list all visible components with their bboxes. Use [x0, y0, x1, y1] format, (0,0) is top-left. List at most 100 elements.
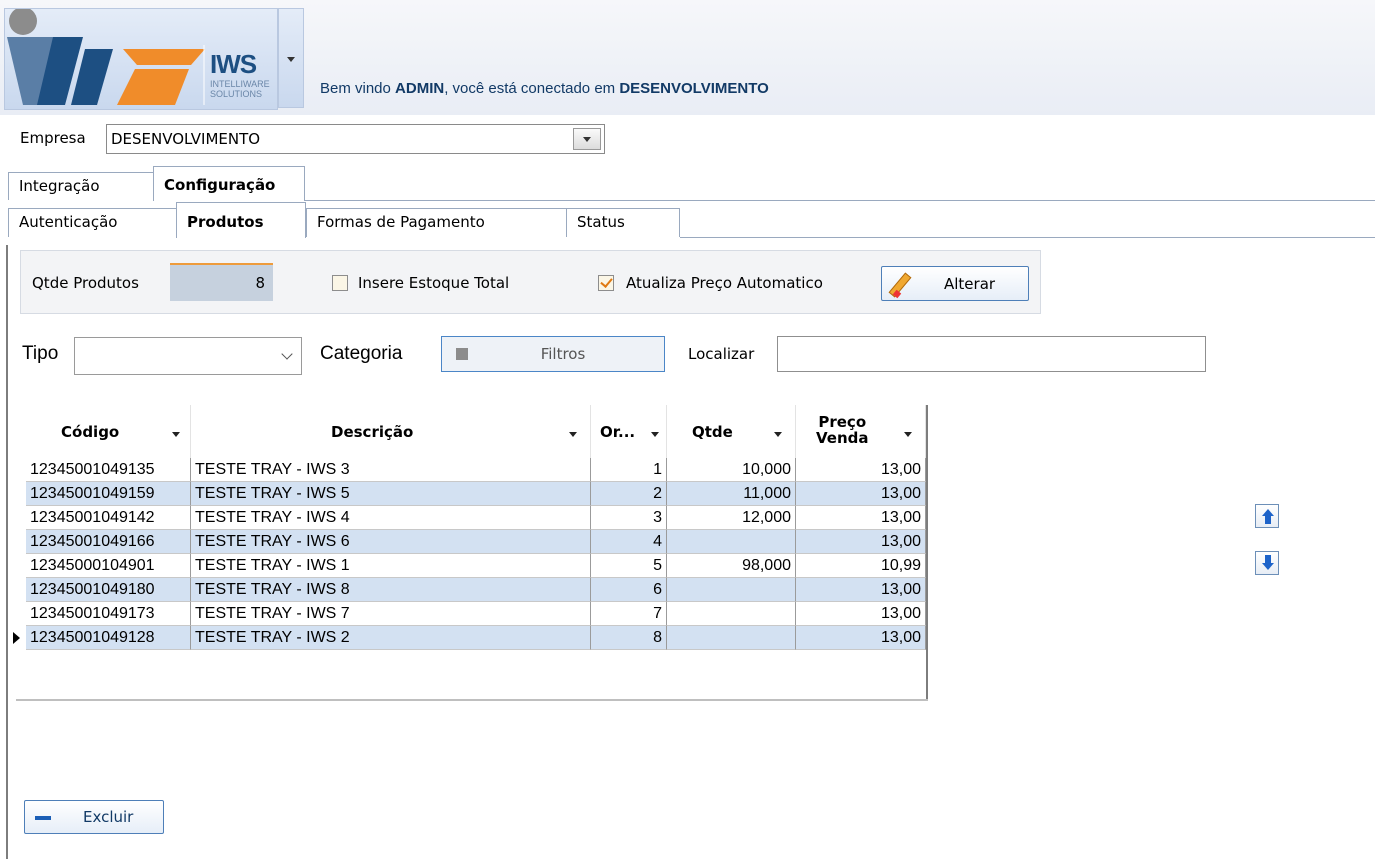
- tab-produtos[interactable]: Produtos: [176, 202, 306, 238]
- arrow-up-icon: [1262, 509, 1274, 516]
- cell-codigo: 12345001049173: [26, 602, 191, 626]
- header-bar: IWS INTELLIWARE SOLUTIONS Bem vindo ADMI…: [0, 0, 1375, 115]
- tipo-select[interactable]: [74, 337, 302, 375]
- grid-bottom-border: [16, 699, 928, 701]
- arrow-down-stem: [1265, 555, 1271, 563]
- cell-ordem: 3: [591, 506, 667, 530]
- arrow-up-stem: [1265, 516, 1271, 524]
- column-header-codigo[interactable]: Código: [26, 405, 191, 458]
- tab-status-label: Status: [577, 213, 625, 231]
- atualiza-preco-label: Atualiza Preço Automatico: [626, 274, 823, 292]
- cell-descricao: TESTE TRAY - IWS 5: [191, 482, 591, 506]
- cell-ordem: 6: [591, 578, 667, 602]
- cell-ordem: 7: [591, 602, 667, 626]
- cell-descricao: TESTE TRAY - IWS 4: [191, 506, 591, 530]
- cell-descricao: TESTE TRAY - IWS 6: [191, 530, 591, 554]
- tab-formas-pagamento-label: Formas de Pagamento: [317, 213, 485, 231]
- content-left-border: [6, 245, 8, 859]
- cell-codigo: 12345001049128: [26, 626, 191, 650]
- minus-icon: [35, 816, 51, 820]
- cell-qtde: 98,000: [667, 554, 796, 578]
- alterar-label: Alterar: [944, 275, 996, 293]
- cell-qtde: [667, 578, 796, 602]
- cell-ordem: 8: [591, 626, 667, 650]
- alterar-button[interactable]: Alterar: [881, 266, 1029, 301]
- excluir-label: Excluir: [83, 808, 134, 826]
- sort-arrow-icon: [651, 432, 659, 437]
- cell-preco: 13,00: [796, 578, 926, 602]
- cell-preco: 13,00: [796, 506, 926, 530]
- row-indicator: [10, 458, 26, 482]
- arrow-down-icon: [1262, 563, 1274, 570]
- logo-subtitle-line2: SOLUTIONS: [210, 89, 263, 99]
- table-row[interactable]: 12345000104901 TESTE TRAY - IWS 1 5 98,000 1…: [10, 554, 928, 578]
- logo-text: IWS: [210, 49, 257, 79]
- row-indicator: [10, 554, 26, 578]
- tab-autenticacao-label: Autenticação: [19, 213, 118, 231]
- cell-ordem: 4: [591, 530, 667, 554]
- row-indicator: [10, 506, 26, 530]
- checkmark-icon: [600, 275, 613, 288]
- cell-descricao: TESTE TRAY - IWS 7: [191, 602, 591, 626]
- column-header-ordem[interactable]: Or...: [591, 405, 667, 458]
- empresa-select[interactable]: DESENVOLVIMENTO: [106, 124, 605, 154]
- cell-descricao: TESTE TRAY - IWS 3: [191, 458, 591, 482]
- logo-subtitle: INTELLIWARE SOLUTIONS: [210, 79, 270, 99]
- qtde-produtos-field: 8: [170, 263, 273, 301]
- cell-codigo: 12345001049142: [26, 506, 191, 530]
- cell-preco: 13,00: [796, 530, 926, 554]
- categoria-label: Categoria: [320, 343, 403, 364]
- table-row[interactable]: 12345001049166 TESTE TRAY - IWS 6 4 13,00: [10, 530, 928, 554]
- move-up-button[interactable]: [1255, 504, 1279, 528]
- cell-preco: 10,99: [796, 554, 926, 578]
- cell-qtde: 11,000: [667, 482, 796, 506]
- logo-menu-button[interactable]: [278, 8, 304, 108]
- app-window: IWS INTELLIWARE SOLUTIONS Bem vindo ADMI…: [0, 0, 1375, 859]
- filtros-button[interactable]: Filtros: [441, 336, 665, 372]
- tab-status[interactable]: Status: [566, 208, 680, 237]
- tab-formas-pagamento[interactable]: Formas de Pagamento: [306, 208, 568, 237]
- cell-qtde: 10,000: [667, 458, 796, 482]
- row-indicator: [10, 626, 26, 650]
- tab-integracao[interactable]: Integração: [8, 172, 156, 200]
- cell-descricao: TESTE TRAY - IWS 2: [191, 626, 591, 650]
- atualiza-preco-checkbox[interactable]: [598, 275, 614, 291]
- cell-qtde: [667, 602, 796, 626]
- column-preco-venda-label: Preço Venda: [816, 414, 869, 446]
- table-row[interactable]: 12345001049159 TESTE TRAY - IWS 5 2 11,000 1…: [10, 482, 928, 506]
- table-row[interactable]: 12345001049135 TESTE TRAY - IWS 3 1 10,000 1…: [10, 458, 928, 482]
- empresa-value: DESENVOLVIMENTO: [111, 130, 261, 148]
- logo-subtitle-line1: INTELLIWARE: [210, 79, 270, 89]
- welcome-environment: DESENVOLVIMENTO: [619, 80, 769, 97]
- cell-preco: 13,00: [796, 482, 926, 506]
- row-indicator: [10, 602, 26, 626]
- cell-codigo: 12345001049180: [26, 578, 191, 602]
- table-row[interactable]: 12345001049142 TESTE TRAY - IWS 4 3 12,000 1…: [10, 506, 928, 530]
- cell-codigo: 12345001049166: [26, 530, 191, 554]
- column-header-descricao[interactable]: Descrição: [191, 405, 591, 458]
- chevron-down-icon: [287, 57, 295, 62]
- tab-integracao-label: Integração: [19, 177, 100, 195]
- cell-preco: 13,00: [796, 602, 926, 626]
- table-row[interactable]: 12345001049173 TESTE TRAY - IWS 7 7 13,00: [10, 602, 928, 626]
- excluir-button[interactable]: Excluir: [24, 800, 164, 834]
- insere-estoque-label: Insere Estoque Total: [358, 274, 510, 292]
- column-header-qtde[interactable]: Qtde: [667, 405, 796, 458]
- main-tabs-divider: [305, 200, 1375, 201]
- sort-arrow-icon: [569, 432, 577, 437]
- insere-estoque-checkbox[interactable]: [332, 275, 348, 291]
- row-indicator: [10, 530, 26, 554]
- empresa-dropdown-button[interactable]: [573, 128, 601, 150]
- column-descricao-label: Descrição: [331, 423, 414, 441]
- sub-tabs-divider: [680, 237, 1375, 238]
- localizar-input[interactable]: [777, 336, 1206, 372]
- column-header-preco-venda[interactable]: Preço Venda: [796, 405, 926, 458]
- tab-produtos-label: Produtos: [187, 213, 264, 231]
- tab-autenticacao[interactable]: Autenticação: [8, 208, 183, 237]
- table-row[interactable]: 12345001049128 TESTE TRAY - IWS 2 8 13,00: [10, 626, 928, 650]
- tab-configuracao[interactable]: Configuração: [153, 166, 305, 201]
- move-down-button[interactable]: [1255, 551, 1279, 575]
- table-row[interactable]: 12345001049180 TESTE TRAY - IWS 8 6 13,00: [10, 578, 928, 602]
- cell-preco: 13,00: [796, 626, 926, 650]
- cell-ordem: 5: [591, 554, 667, 578]
